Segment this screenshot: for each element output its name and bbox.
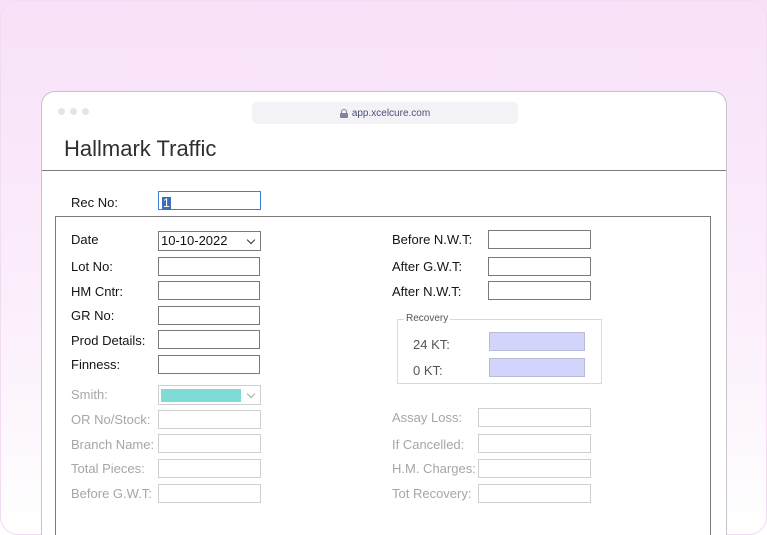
maximize-dot[interactable] xyxy=(82,108,89,115)
address-bar[interactable]: app.xcelcure.com xyxy=(252,102,518,124)
date-value: 10-10-2022 xyxy=(161,233,228,248)
kt0-input[interactable] xyxy=(489,358,585,377)
total-pieces-label: Total Pieces: xyxy=(71,461,145,476)
rec-no-input[interactable]: 1 xyxy=(158,191,261,210)
window-controls xyxy=(58,108,89,115)
assay-loss-label: Assay Loss: xyxy=(392,410,463,425)
if-cancelled-label: If Cancelled: xyxy=(392,437,465,452)
smith-selected-value xyxy=(161,389,241,402)
smith-select[interactable] xyxy=(158,385,261,405)
url-text: app.xcelcure.com xyxy=(351,107,431,119)
before-nwt-label: Before N.W.T: xyxy=(392,232,473,247)
browser-window: app.xcelcure.com Hallmark Traffic Rec No… xyxy=(41,91,727,535)
recovery-title: Recovery xyxy=(404,313,451,324)
before-gwt-input[interactable] xyxy=(158,484,261,503)
if-cancelled-input[interactable] xyxy=(478,434,591,453)
assay-loss-input[interactable] xyxy=(478,408,591,427)
date-picker[interactable]: 10-10-2022 xyxy=(158,231,261,251)
after-nwt-input[interactable] xyxy=(488,281,591,300)
before-gwt-label: Before G.W.T: xyxy=(71,486,152,501)
before-nwt-input[interactable] xyxy=(488,230,591,249)
title-divider xyxy=(42,170,726,171)
branch-name-label: Branch Name: xyxy=(71,437,155,452)
recovery-group: Recovery 24 KT: 0 KT: xyxy=(397,313,602,384)
after-gwt-label: After G.W.T: xyxy=(392,259,463,274)
chevron-down-icon[interactable] xyxy=(246,389,256,399)
date-label: Date xyxy=(71,232,99,247)
lock-icon xyxy=(339,108,348,118)
after-nwt-label: After N.W.T: xyxy=(392,284,462,299)
hm-cntr-input[interactable] xyxy=(158,281,260,300)
prod-details-input[interactable] xyxy=(158,330,260,349)
or-no-stock-label: OR No/Stock: xyxy=(71,412,151,427)
details-group xyxy=(55,216,711,535)
finness-label: Finness: xyxy=(71,357,121,372)
hm-charges-input[interactable] xyxy=(478,459,591,478)
lot-no-input[interactable] xyxy=(158,257,260,276)
kt0-label: 0 KT: xyxy=(413,363,443,378)
total-pieces-input[interactable] xyxy=(158,459,261,478)
tot-recovery-label: Tot Recovery: xyxy=(392,486,472,501)
close-dot[interactable] xyxy=(58,108,65,115)
rec-no-label: Rec No: xyxy=(71,195,118,210)
prod-details-label: Prod Details: xyxy=(71,333,146,348)
branch-name-input[interactable] xyxy=(158,434,261,453)
finness-input[interactable] xyxy=(158,355,260,374)
kt24-input[interactable] xyxy=(489,332,585,351)
gr-no-label: GR No: xyxy=(71,308,115,323)
minimize-dot[interactable] xyxy=(70,108,77,115)
smith-label: Smith: xyxy=(71,387,108,402)
chevron-down-icon[interactable] xyxy=(246,235,256,245)
page-title: Hallmark Traffic xyxy=(64,136,217,161)
kt24-label: 24 KT: xyxy=(413,337,450,352)
lot-no-label: Lot No: xyxy=(71,259,113,274)
tot-recovery-input[interactable] xyxy=(478,484,591,503)
hm-charges-label: H.M. Charges: xyxy=(392,461,476,476)
after-gwt-input[interactable] xyxy=(488,257,591,276)
rec-no-value: 1 xyxy=(162,196,171,210)
or-no-stock-input[interactable] xyxy=(158,410,261,429)
hm-cntr-label: HM Cntr: xyxy=(71,284,123,299)
gr-no-input[interactable] xyxy=(158,306,260,325)
